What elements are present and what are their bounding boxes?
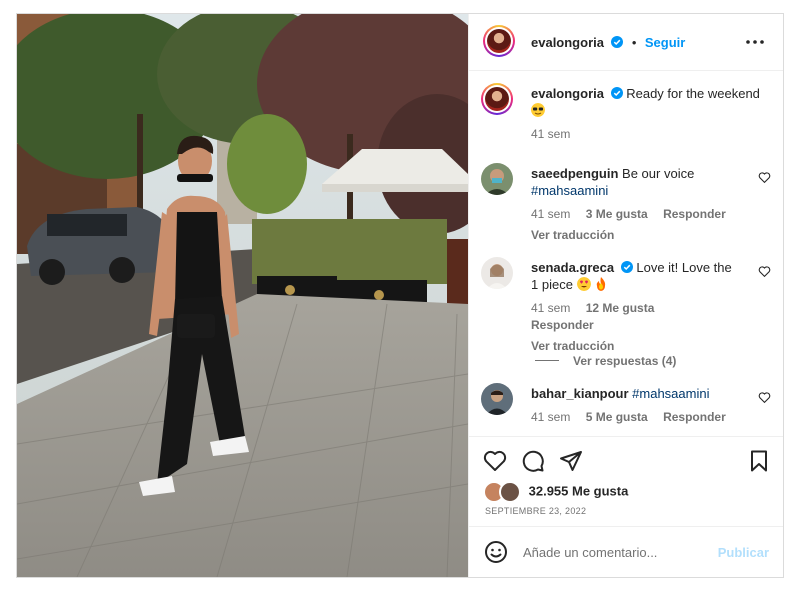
heart-icon[interactable] xyxy=(758,265,771,278)
post-side-panel: evalongoria • Seguir evalongoria Ready f… xyxy=(468,14,783,577)
replies-divider xyxy=(535,360,559,361)
reply-button[interactable]: Responder xyxy=(663,207,726,221)
share-icon[interactable] xyxy=(559,449,583,473)
comment-likes[interactable]: 5 Me gusta xyxy=(586,410,648,424)
fire-emoji-icon xyxy=(596,277,606,291)
reply-button[interactable]: Responder xyxy=(531,318,594,332)
comment-username[interactable]: bahar_kianpour xyxy=(531,386,629,401)
comment-time: 41 sem xyxy=(531,207,571,221)
translate-link[interactable]: Ver traducción xyxy=(531,227,741,244)
author-line: evalongoria • Seguir xyxy=(531,34,685,52)
heart-icon[interactable] xyxy=(758,391,771,404)
comments-section[interactable]: evalongoria Ready for the weekend 41 sem… xyxy=(469,71,783,436)
more-options-icon[interactable] xyxy=(745,32,765,52)
verified-badge-icon xyxy=(611,36,624,48)
post-actions: 32.955 Me gusta SEPTIEMBRE 23, 2022 xyxy=(469,436,783,526)
comment-text: Be our voice xyxy=(622,166,695,181)
caption-time: 41 sem xyxy=(531,127,571,141)
likes-count: 32.955 Me gusta xyxy=(528,483,629,499)
post-photo[interactable] xyxy=(17,14,468,577)
comment-time: 41 sem xyxy=(531,410,571,424)
like-heart-icon[interactable] xyxy=(483,449,507,473)
comment-likes[interactable]: 12 Me gusta xyxy=(586,301,655,315)
sunglasses-emoji-icon xyxy=(531,103,545,117)
commenter-avatar[interactable] xyxy=(481,383,513,415)
commenter-avatar[interactable] xyxy=(481,257,513,289)
caption-text: Ready for the weekend xyxy=(626,86,760,101)
comment-hashtag[interactable]: #mahsaamini xyxy=(531,183,608,198)
post-header: evalongoria • Seguir xyxy=(469,14,783,71)
comment-time: 41 sem xyxy=(531,301,571,315)
publish-button[interactable]: Publicar xyxy=(718,545,769,560)
reply-button[interactable]: Responder xyxy=(663,410,726,424)
heart-eyes-emoji-icon xyxy=(576,277,591,291)
view-replies-button[interactable]: Ver respuestas (4) xyxy=(535,354,676,368)
likes-summary[interactable]: 32.955 Me gusta xyxy=(483,481,628,503)
add-comment-bar: Añade un comentario... Publicar xyxy=(469,526,783,577)
emoji-icon[interactable] xyxy=(484,540,508,564)
view-replies-label: Ver respuestas (4) xyxy=(573,354,677,368)
liker-avatar xyxy=(499,481,521,503)
follow-button[interactable]: Seguir xyxy=(645,35,685,50)
caption-avatar[interactable] xyxy=(481,83,513,115)
comment-username[interactable]: senada.greca xyxy=(531,260,614,275)
author-username[interactable]: evalongoria xyxy=(531,35,604,50)
comment-input[interactable]: Añade un comentario... xyxy=(523,545,657,560)
comment-likes[interactable]: 3 Me gusta xyxy=(586,207,648,221)
comment-username[interactable]: saeedpenguin xyxy=(531,166,618,181)
post-photo-image xyxy=(17,14,468,577)
save-icon[interactable] xyxy=(747,449,771,473)
author-avatar[interactable] xyxy=(483,25,515,57)
comment-icon[interactable] xyxy=(521,449,545,473)
heart-icon[interactable] xyxy=(758,171,771,184)
verified-badge-icon xyxy=(620,261,633,273)
instagram-post: evalongoria • Seguir evalongoria Ready f… xyxy=(16,13,784,578)
translate-link[interactable]: Ver traducción xyxy=(531,338,741,355)
verified-badge-icon xyxy=(610,87,623,99)
post-date: SEPTIEMBRE 23, 2022 xyxy=(485,506,587,516)
commenter-avatar[interactable] xyxy=(481,163,513,195)
caption-username[interactable]: evalongoria xyxy=(531,86,604,101)
separator-dot: • xyxy=(631,35,637,50)
comment-hashtag[interactable]: #mahsaamini xyxy=(632,386,709,401)
